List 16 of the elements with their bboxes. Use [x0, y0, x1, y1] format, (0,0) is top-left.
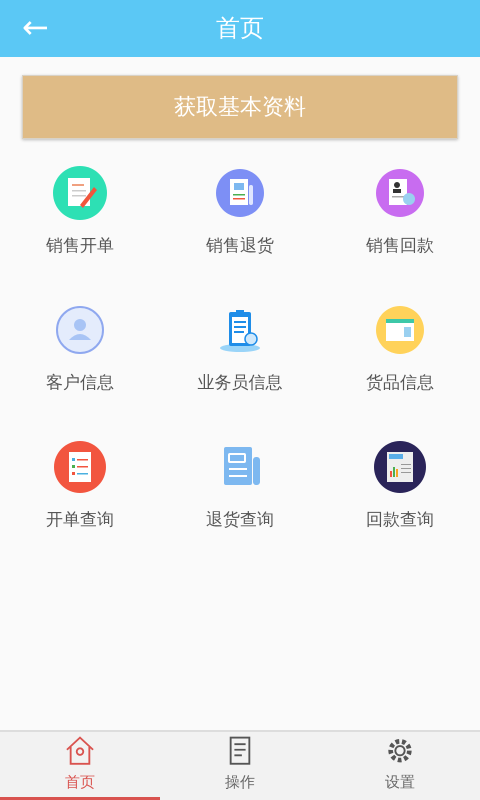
- tab[interactable]: 设置: [320, 732, 480, 800]
- tab[interactable]: 操作: [160, 732, 320, 800]
- menu-item[interactable]: 退货查询: [160, 439, 320, 576]
- news-chart-icon: [372, 439, 428, 495]
- menu-item[interactable]: 回款查询: [320, 439, 480, 576]
- menu-item[interactable]: 客户信息: [0, 302, 160, 439]
- checklist-icon: [52, 439, 108, 495]
- page-title: 首页: [216, 13, 264, 44]
- menu-item[interactable]: 销售开单: [0, 165, 160, 302]
- tab[interactable]: 首页: [0, 732, 160, 800]
- menu-item[interactable]: 销售回款: [320, 165, 480, 302]
- document-pencil-icon: [52, 165, 108, 221]
- menu-item[interactable]: 货品信息: [320, 302, 480, 439]
- menu-item[interactable]: 开单查询: [0, 439, 160, 576]
- menu-item[interactable]: 销售退货: [160, 165, 320, 302]
- menu-item[interactable]: 业务员信息: [160, 302, 320, 439]
